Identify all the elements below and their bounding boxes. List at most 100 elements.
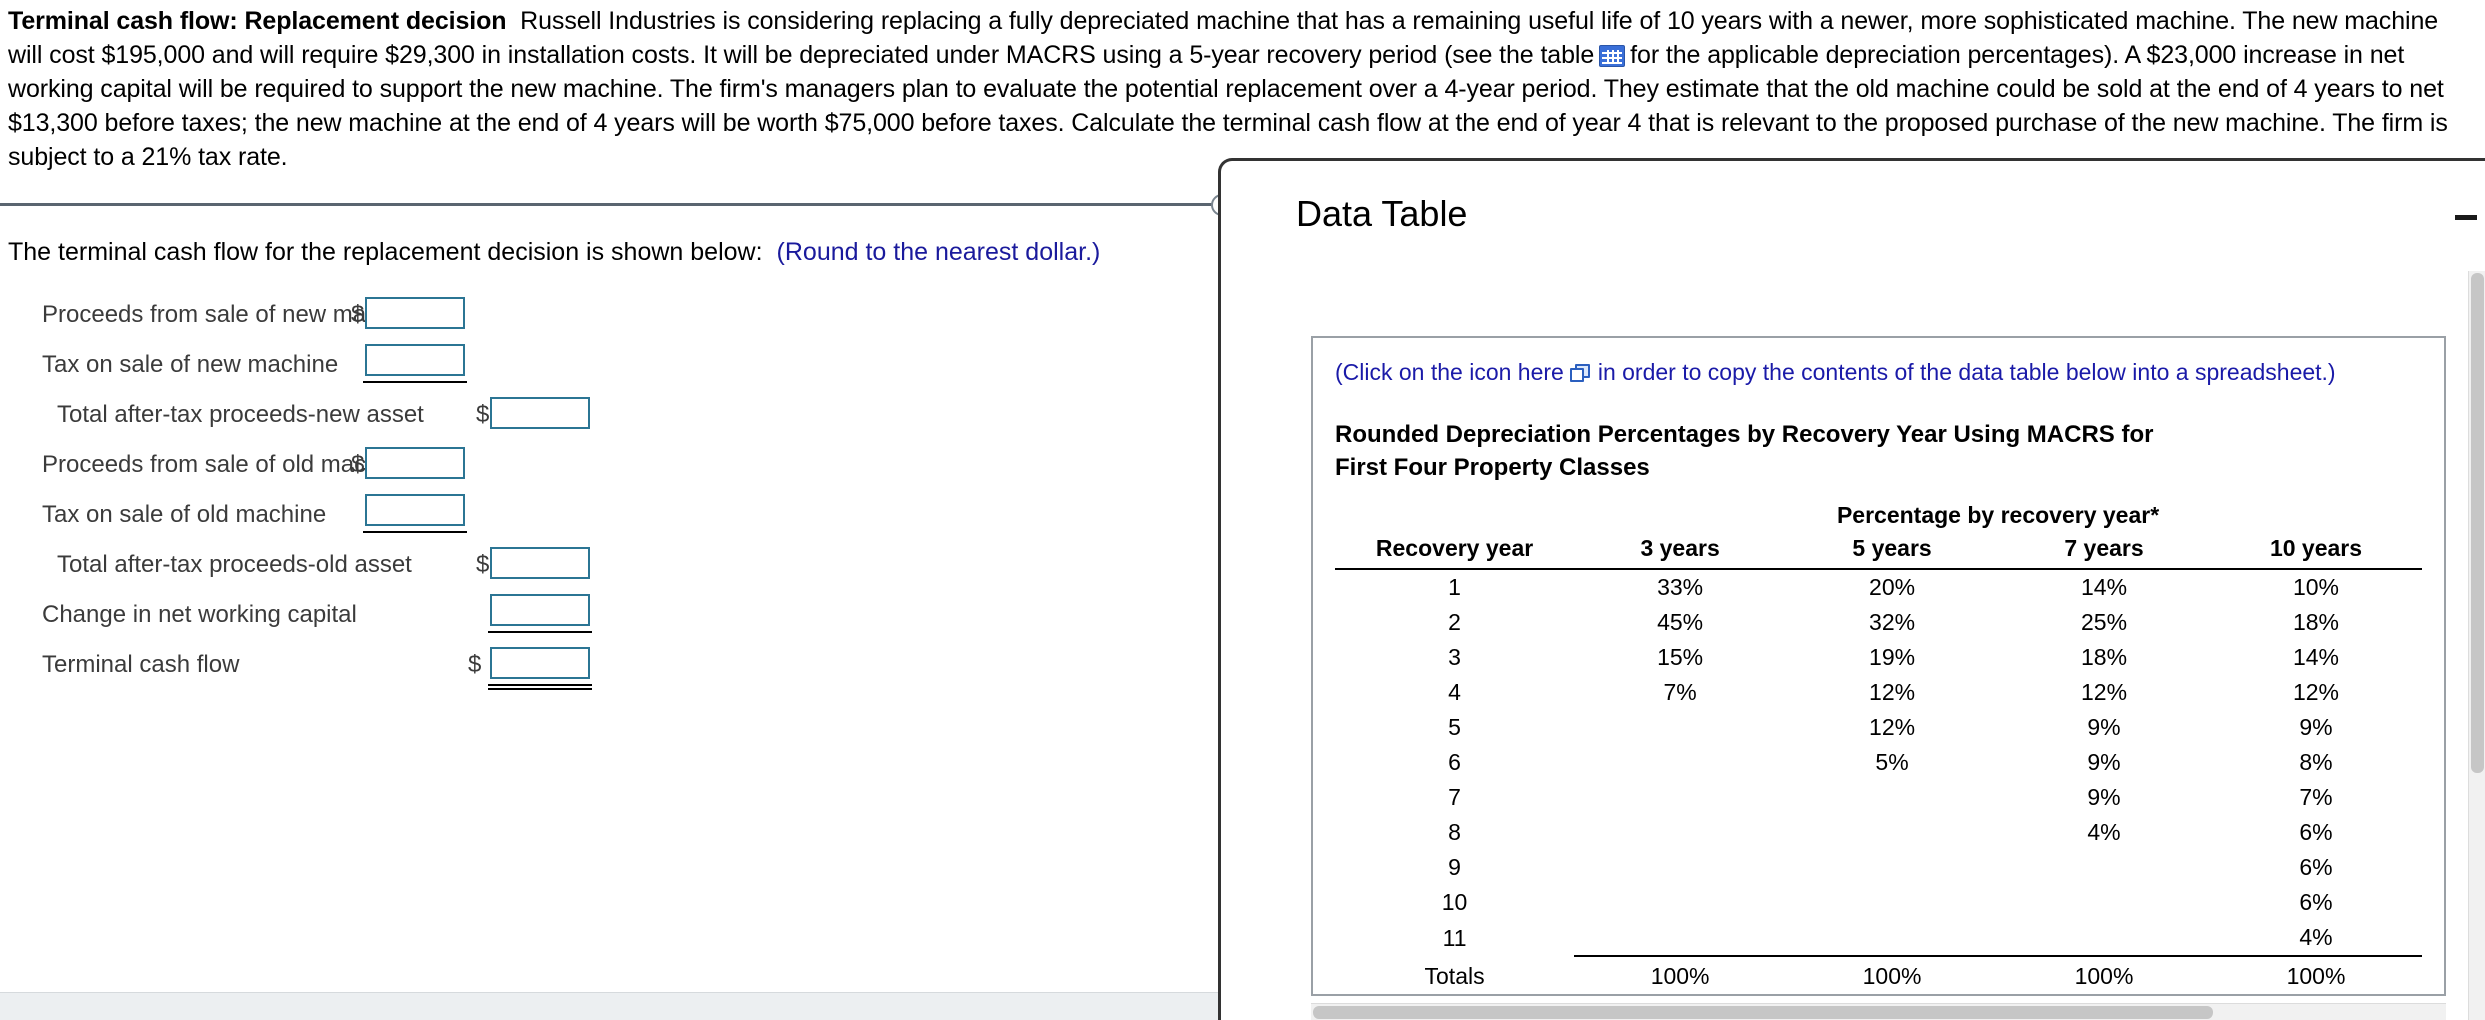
- cell-year: 6: [1448, 749, 1461, 775]
- table-row: 5 12% 9% 9%: [1335, 710, 2422, 745]
- data-table-vertical-scrollbar[interactable]: [2468, 271, 2485, 1020]
- rounding-hint: (Round to the nearest dollar.): [776, 238, 1101, 266]
- cell-year: 11: [1442, 924, 1467, 951]
- cell-5yr: [1786, 815, 1998, 850]
- table-row: 9 6%: [1335, 850, 2422, 885]
- input-tax-new-machine[interactable]: [365, 344, 465, 376]
- cell-10yr: 10%: [2292, 574, 2340, 600]
- macrs-heading: Rounded Depreciation Percentages by Reco…: [1335, 418, 2422, 484]
- data-table-horizontal-scrollbar[interactable]: [1311, 1003, 2446, 1020]
- macrs-span-header-row: Percentage by recovery year*: [1335, 502, 2422, 533]
- scrollbar-thumb[interactable]: [1313, 1006, 2213, 1019]
- cell-5yr: 12%: [1869, 714, 1916, 740]
- cell-7yr: 4%: [2087, 819, 2121, 845]
- form-row-tax-new: Tax on sale of new machine: [0, 340, 760, 390]
- cell-year: 3: [1448, 644, 1461, 670]
- answer-prompt: The terminal cash flow for the replaceme…: [8, 238, 1100, 267]
- row-label: Change in net working capital: [42, 601, 357, 628]
- input-total-after-tax-new-asset[interactable]: [490, 397, 590, 429]
- cell-10yr: 6%: [2299, 889, 2333, 915]
- cell-3yr: 45%: [1657, 609, 1704, 635]
- cell-10yr: 4%: [2299, 924, 2333, 950]
- cell-year: 2: [1448, 609, 1461, 635]
- cell-totals-10yr: 100%: [2209, 955, 2422, 994]
- row-label: Tax on sale of old machine: [42, 501, 327, 528]
- input-total-after-tax-old-asset[interactable]: [490, 547, 590, 579]
- table-row: 8 4% 6%: [1335, 815, 2422, 850]
- cell-3yr: [1574, 850, 1786, 885]
- table-row: 11 4%: [1335, 920, 2422, 956]
- form-row-total-old: Total after-tax proceeds-old asset $: [0, 540, 760, 590]
- cell-year: 9: [1448, 854, 1461, 880]
- cell-totals-7yr: 100%: [1998, 955, 2210, 994]
- cell-10yr: 12%: [2292, 679, 2340, 705]
- cell-7yr: 9%: [2087, 714, 2121, 740]
- copy-icon[interactable]: [1569, 364, 1592, 383]
- table-row: 10 6%: [1335, 885, 2422, 920]
- cell-5yr: 20%: [1869, 574, 1916, 600]
- dollar-sign: $: [351, 301, 365, 328]
- cell-5yr: [1786, 885, 1998, 920]
- section-divider: [0, 203, 1235, 206]
- cell-3yr: 7%: [1663, 679, 1697, 705]
- subtotal-rule: [363, 381, 467, 383]
- data-table-title: Data Table: [1296, 193, 1468, 234]
- table-row: 3 15% 19% 18% 14%: [1335, 640, 2422, 675]
- cell-3yr: 33%: [1657, 574, 1704, 600]
- table-row-totals: Totals 100% 100% 100% 100%: [1335, 955, 2422, 994]
- cell-year: 1: [1448, 574, 1461, 600]
- cell-5yr: [1786, 780, 1998, 815]
- cell-7yr: [1998, 885, 2210, 920]
- cell-7yr: [1998, 920, 2210, 956]
- cell-10yr: 18%: [2292, 609, 2340, 635]
- problem-title: Terminal cash flow: Replacement decision: [8, 7, 507, 35]
- col-header-7-years: 7 years: [1998, 533, 2210, 570]
- input-tax-old-machine[interactable]: [365, 494, 465, 526]
- row-label: Tax on sale of new machine: [42, 351, 339, 378]
- scrollbar-thumb[interactable]: [2471, 273, 2484, 773]
- close-icon[interactable]: [2455, 215, 2477, 220]
- macrs-heading-line2: First Four Property Classes: [1335, 454, 1650, 481]
- subtotal-rule: [363, 531, 467, 533]
- input-change-net-working-capital[interactable]: [490, 594, 590, 626]
- cell-7yr: [1998, 850, 2210, 885]
- page-root: Terminal cash flow: Replacement decision…: [0, 0, 2485, 1020]
- col-header-5-years: 5 years: [1786, 533, 1999, 570]
- table-row: 2 45% 32% 25% 18%: [1335, 605, 2422, 640]
- subtotal-rule: [488, 631, 592, 633]
- input-terminal-cash-flow[interactable]: [490, 647, 590, 679]
- row-label: Total after-tax proceeds-new asset: [57, 401, 424, 428]
- macrs-span-header: Percentage by recovery year*: [1836, 502, 2160, 528]
- table-row: 6 5% 9% 8%: [1335, 745, 2422, 780]
- input-proceeds-new-machine[interactable]: [365, 297, 465, 329]
- answer-form: Proceeds from sale of new machine $ Tax …: [0, 290, 760, 690]
- problem-statement: Terminal cash flow: Replacement decision…: [8, 4, 2478, 174]
- table-icon[interactable]: [1599, 45, 1626, 67]
- cell-10yr: 9%: [2299, 714, 2333, 740]
- cell-7yr: 9%: [2087, 784, 2121, 810]
- copy-instruction: (Click on the icon here in order to copy …: [1335, 356, 2422, 388]
- cell-7yr: 9%: [2087, 749, 2121, 775]
- cell-3yr: [1574, 885, 1786, 920]
- row-label: Total after-tax proceeds-old asset: [57, 551, 412, 578]
- form-row-tax-old: Tax on sale of old machine: [0, 490, 760, 540]
- cell-5yr: [1786, 850, 1998, 885]
- copy-instruction-after: in order to copy the contents of the dat…: [1597, 359, 2336, 385]
- table-row: 4 7% 12% 12% 12%: [1335, 675, 2422, 710]
- cell-totals-label: Totals: [1424, 962, 1485, 989]
- answer-prompt-text: The terminal cash flow for the replaceme…: [8, 238, 763, 266]
- col-header-10-years: 10 years: [2209, 533, 2422, 570]
- col-header-3-years: 3 years: [1574, 533, 1787, 570]
- col-header-recovery-year: Recovery year: [1335, 533, 1575, 570]
- copy-instruction-before: (Click on the icon here: [1335, 359, 1564, 385]
- form-row-proceeds-old: Proceeds from sale of old machine $: [0, 440, 760, 490]
- cell-7yr: 18%: [2080, 644, 2128, 670]
- cell-year: 10: [1441, 889, 1468, 915]
- cell-7yr: 25%: [2080, 609, 2128, 635]
- cell-10yr: 8%: [2299, 749, 2333, 775]
- dollar-sign: $: [351, 451, 365, 478]
- dollar-sign: $: [476, 551, 490, 578]
- input-proceeds-old-machine[interactable]: [365, 447, 465, 479]
- table-row: 7 9% 7%: [1335, 780, 2422, 815]
- macrs-column-header-row: Recovery year 3 years 5 years 7 years 10…: [1335, 533, 2422, 570]
